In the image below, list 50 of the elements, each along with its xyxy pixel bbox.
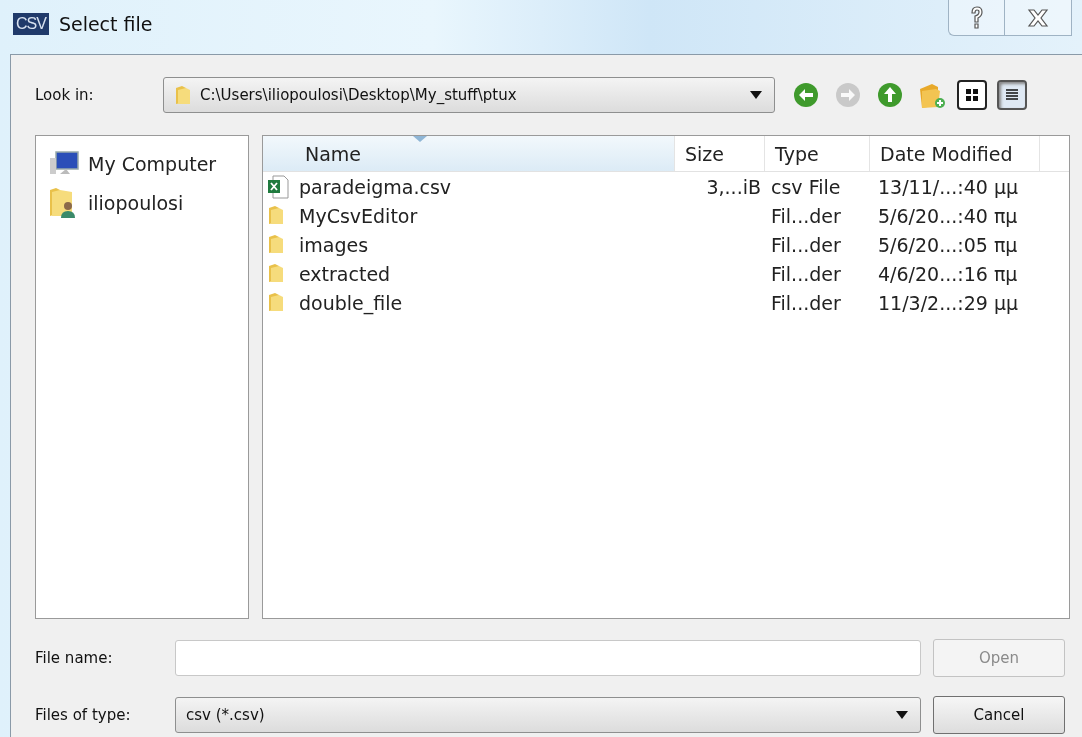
app-icon: CSV: [13, 13, 49, 35]
date-modified: 5/6/20...:05 πμ: [878, 233, 1018, 256]
sidebar-item[interactable]: iliopoulosi: [48, 186, 248, 220]
file-row[interactable]: MyCsvEditor Fil...der 5/6/20...:40 πμ: [263, 201, 1069, 230]
column-header[interactable]: Type: [765, 136, 870, 171]
file-type-dropdown[interactable]: csv (*.csv): [175, 697, 921, 733]
file-name: extracted: [299, 262, 391, 285]
sort-indicator-icon: [413, 136, 427, 142]
column-header[interactable]: Date Modified: [870, 136, 1040, 171]
file-name-label: File name:: [35, 649, 114, 667]
file-row[interactable]: images Fil...der 5/6/20...:05 πμ: [263, 230, 1069, 259]
file-row[interactable]: paradeigma.csv 3,...iB csv File 13/11/...:40 μμ: [263, 172, 1069, 201]
file-row[interactable]: double_file Fil...der 11/3/2...:29 μμ: [263, 288, 1069, 317]
cancel-button[interactable]: Cancel: [933, 696, 1065, 734]
window-title: Select file: [58, 13, 153, 35]
help-button[interactable]: [948, 0, 1004, 36]
spreadsheet-file-icon: [267, 174, 289, 199]
look-in-dropdown[interactable]: C:\Users\iliopoulosi\Desktop\My_stuff\ptux: [163, 77, 775, 113]
date-modified: 11/3/2...:29 μμ: [878, 291, 1019, 314]
close-icon: [1026, 7, 1050, 28]
file-type: csv File: [771, 175, 841, 198]
close-button[interactable]: [1004, 0, 1072, 36]
file-type: Fil...der: [771, 262, 841, 285]
file-size: 3,...iB: [706, 175, 761, 198]
new-folder-icon: [918, 81, 946, 109]
file-type: Fil...der: [771, 204, 841, 227]
file-type-label: Files of type:: [35, 706, 132, 724]
file-name-field[interactable]: [175, 640, 921, 676]
detail-view-button[interactable]: [997, 80, 1027, 110]
date-modified: 5/6/20...:40 πμ: [878, 204, 1018, 227]
column-header[interactable]: Name: [263, 136, 675, 171]
dropdown-arrow-icon: [896, 711, 908, 719]
file-name: paradeigma.csv: [299, 175, 452, 198]
file-type: Fil...der: [771, 233, 841, 256]
date-modified: 4/6/20...:16 πμ: [878, 262, 1018, 285]
grid-view-icon: [963, 86, 981, 104]
sidebar-item[interactable]: My Computer: [48, 150, 248, 178]
dropdown-arrow-icon: [750, 91, 762, 99]
file-name: double_file: [299, 291, 403, 314]
column-header[interactable]: Size: [675, 136, 765, 171]
icon-view-button[interactable]: [957, 80, 987, 110]
file-row[interactable]: extracted Fil...der 4/6/20...:16 πμ: [263, 259, 1069, 288]
date-modified: 13/11/...:40 μμ: [878, 175, 1019, 198]
look-in-label: Look in:: [35, 86, 95, 104]
file-name: images: [299, 233, 369, 256]
folder-icon: [174, 84, 192, 106]
file-type: Fil...der: [771, 291, 841, 314]
up-button[interactable]: [875, 80, 905, 110]
file-name: MyCsvEditor: [299, 204, 418, 227]
back-button[interactable]: [791, 80, 821, 110]
